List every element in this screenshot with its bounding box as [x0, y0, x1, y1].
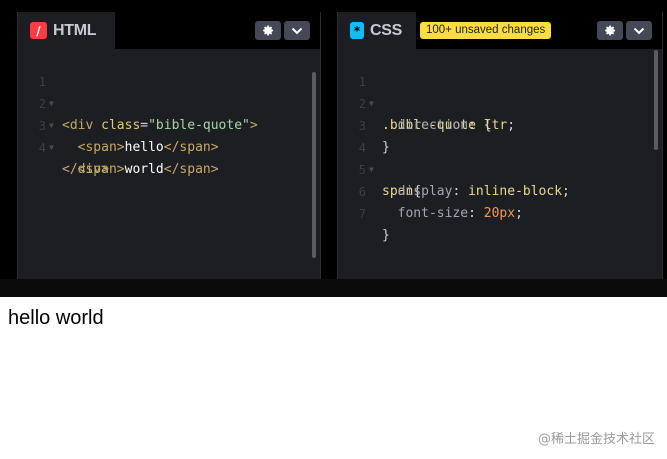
code-token: font-size: [397, 206, 469, 221]
html-collapse-button[interactable]: [284, 21, 310, 40]
css-icon: *: [350, 22, 364, 39]
html-code-editor[interactable]: 1 ▼ <div class="bible-quote"> 2 ▼ <span>…: [18, 49, 320, 279]
code-line: 4 </div>: [18, 115, 320, 177]
html-tab[interactable]: / HTML: [18, 12, 115, 49]
code-token: </span>: [163, 162, 219, 177]
css-tab-title: CSS: [370, 21, 402, 39]
css-tab[interactable]: * CSS: [338, 12, 416, 49]
code-token: </div>: [62, 162, 109, 177]
html-tab-title: HTML: [53, 21, 97, 39]
code-token: <span>: [77, 140, 125, 155]
html-panel-header: / HTML: [18, 12, 320, 49]
code-line: 1 ▼ .bible-quote {: [338, 49, 662, 133]
chevron-down-icon: [633, 27, 645, 34]
code-line: 7 }: [338, 181, 662, 243]
line-number: 7: [358, 207, 366, 221]
line-number: 4: [38, 141, 46, 155]
output-word: hello: [8, 307, 51, 329]
css-panel-header: * CSS 100+ unsaved changes: [338, 12, 662, 49]
css-scrollbar[interactable]: [654, 50, 658, 150]
code-line: 1 ▼ <div class="bible-quote">: [18, 49, 320, 133]
code-line: 6 font-size: 20px;: [338, 159, 662, 221]
resize-bar[interactable]: [0, 279, 667, 297]
code-token: </span>: [163, 140, 219, 155]
code-line: 3 }: [338, 93, 662, 155]
code-token: ;: [515, 206, 523, 221]
watermark: @稀土掘金技术社区: [537, 432, 655, 447]
editor-area: / HTML 1 ▼ <div class="bible-quote"> 2 ▼…: [0, 0, 667, 297]
unsaved-changes-badge: 100+ unsaved changes: [420, 22, 552, 39]
code-line: 4 ▼ span{: [338, 115, 662, 199]
css-code-editor[interactable]: 1 ▼ .bible-quote { 2 direction: ltr; 3 }…: [338, 49, 662, 279]
gear-icon: [262, 25, 273, 36]
css-collapse-button[interactable]: [626, 21, 652, 40]
gear-icon: [604, 25, 615, 36]
code-line: 3 ▼ <span>world</span>: [18, 93, 320, 177]
result-preview: hello world: [8, 307, 104, 330]
css-settings-button[interactable]: [597, 21, 623, 40]
code-token: hello: [124, 140, 164, 155]
output-word: world: [55, 307, 104, 329]
code-line: 2 direction: ltr;: [338, 71, 662, 133]
code-token: }: [382, 228, 390, 243]
html-scrollbar[interactable]: [312, 72, 316, 258]
html-icon: /: [30, 22, 47, 39]
html-settings-button[interactable]: [255, 21, 281, 40]
code-token: world: [124, 162, 164, 177]
code-token: 20px: [483, 206, 516, 221]
code-line: 5 display: inline-block;: [338, 137, 662, 199]
html-editor-panel: / HTML 1 ▼ <div class="bible-quote"> 2 ▼…: [17, 12, 321, 279]
chevron-down-icon: [291, 27, 303, 34]
css-editor-panel: * CSS 100+ unsaved changes 1 ▼ .bible-qu…: [337, 12, 663, 279]
code-line: 2 ▼ <span>hello</span>: [18, 71, 320, 155]
code-token: :: [468, 206, 484, 221]
